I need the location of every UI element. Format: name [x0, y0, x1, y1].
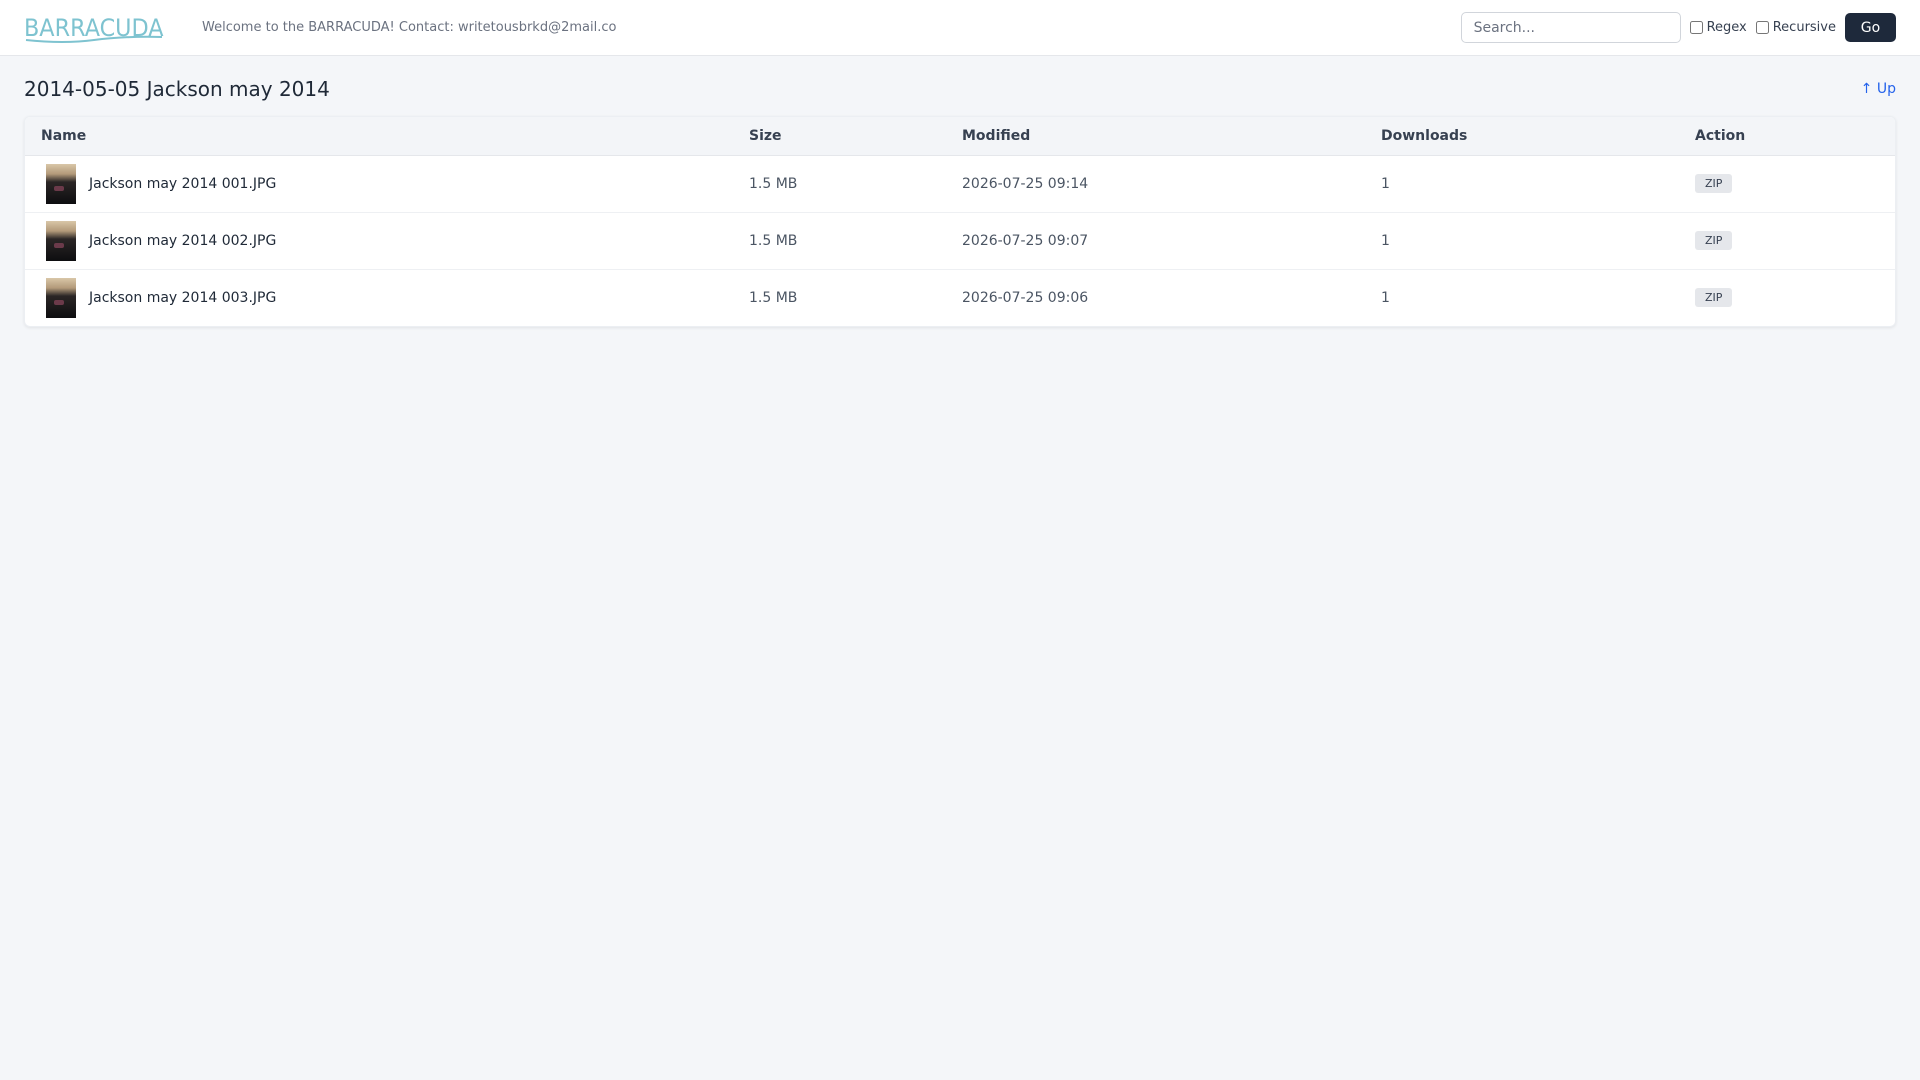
column-header-size[interactable]: Size	[733, 117, 946, 156]
file-name-cell[interactable]: Jackson may 2014 001.JPG	[41, 163, 717, 204]
table-header-row: Name Size Modified Downloads Action	[25, 117, 1895, 156]
file-downloads: 1	[1365, 155, 1679, 213]
table-row: Jackson may 2014 003.JPG 1.5 MB 2026-07-…	[25, 269, 1895, 326]
file-name-cell[interactable]: Jackson may 2014 002.JPG	[41, 220, 717, 261]
file-downloads: 1	[1381, 289, 1390, 306]
file-size: 1.5 MB	[733, 212, 946, 270]
file-modified: 2026-07-25 09:07	[946, 212, 1365, 270]
image-thumbnail[interactable]	[46, 277, 76, 318]
page-title: 2014-05-05 Jackson may 2014	[24, 77, 330, 101]
recursive-label: Recursive	[1772, 20, 1836, 35]
table-row: Jackson may 2014 001.JPG 1.5 MB 2026-07-…	[25, 155, 1895, 213]
regex-checkbox[interactable]	[1689, 21, 1703, 34]
column-header-action: Action	[1679, 117, 1895, 156]
up-link[interactable]: ↑ Up	[1861, 81, 1896, 97]
file-name[interactable]: Jackson may 2014 002.JPG	[89, 233, 276, 249]
zip-button[interactable]: ZIP	[1695, 288, 1733, 308]
logo-wave-icon	[25, 35, 163, 43]
search-input[interactable]	[1460, 12, 1681, 43]
barracuda-logo[interactable]: BARRACUDA	[24, 12, 164, 44]
image-thumbnail[interactable]	[46, 220, 76, 261]
file-size: 1.5 MB	[749, 289, 798, 306]
file-table-card: Name Size Modified Downloads Action Jack…	[24, 116, 1896, 327]
top-bar: BARRACUDA Welcome to the BARRACUDA! Cont…	[0, 0, 1920, 56]
file-name[interactable]: Jackson may 2014 001.JPG	[89, 176, 276, 192]
go-button[interactable]: Go	[1845, 13, 1896, 42]
regex-label: Regex	[1706, 20, 1747, 35]
file-modified: 2026-07-25 09:14	[946, 155, 1365, 213]
main-content: 2014-05-05 Jackson may 2014 ↑ Up Name Si…	[0, 56, 1920, 327]
file-size: 1.5 MB	[733, 155, 946, 213]
regex-option[interactable]: Regex	[1689, 20, 1747, 35]
search-controls: Regex Recursive Go	[1460, 12, 1896, 43]
zip-button[interactable]: ZIP	[1695, 231, 1733, 250]
file-table: Name Size Modified Downloads Action Jack…	[25, 117, 1895, 326]
table-row: Jackson may 2014 002.JPG 1.5 MB 2026-07-…	[25, 212, 1895, 270]
welcome-message: Welcome to the BARRACUDA! Contact: write…	[202, 20, 617, 35]
column-header-downloads[interactable]: Downloads	[1365, 117, 1679, 156]
recursive-checkbox[interactable]	[1755, 21, 1769, 34]
title-row: 2014-05-05 Jackson may 2014 ↑ Up	[24, 77, 1896, 101]
zip-button[interactable]: ZIP	[1695, 174, 1733, 193]
file-name[interactable]: Jackson may 2014 003.JPG	[89, 290, 276, 306]
column-header-name[interactable]: Name	[25, 117, 733, 156]
column-header-modified[interactable]: Modified	[946, 117, 1365, 156]
recursive-option[interactable]: Recursive	[1755, 20, 1836, 35]
file-modified: 2026-07-25 09:06	[962, 289, 1089, 306]
image-thumbnail[interactable]	[46, 163, 76, 204]
file-name-cell[interactable]: Jackson may 2014 003.JPG	[41, 277, 717, 318]
file-downloads: 1	[1365, 212, 1679, 270]
